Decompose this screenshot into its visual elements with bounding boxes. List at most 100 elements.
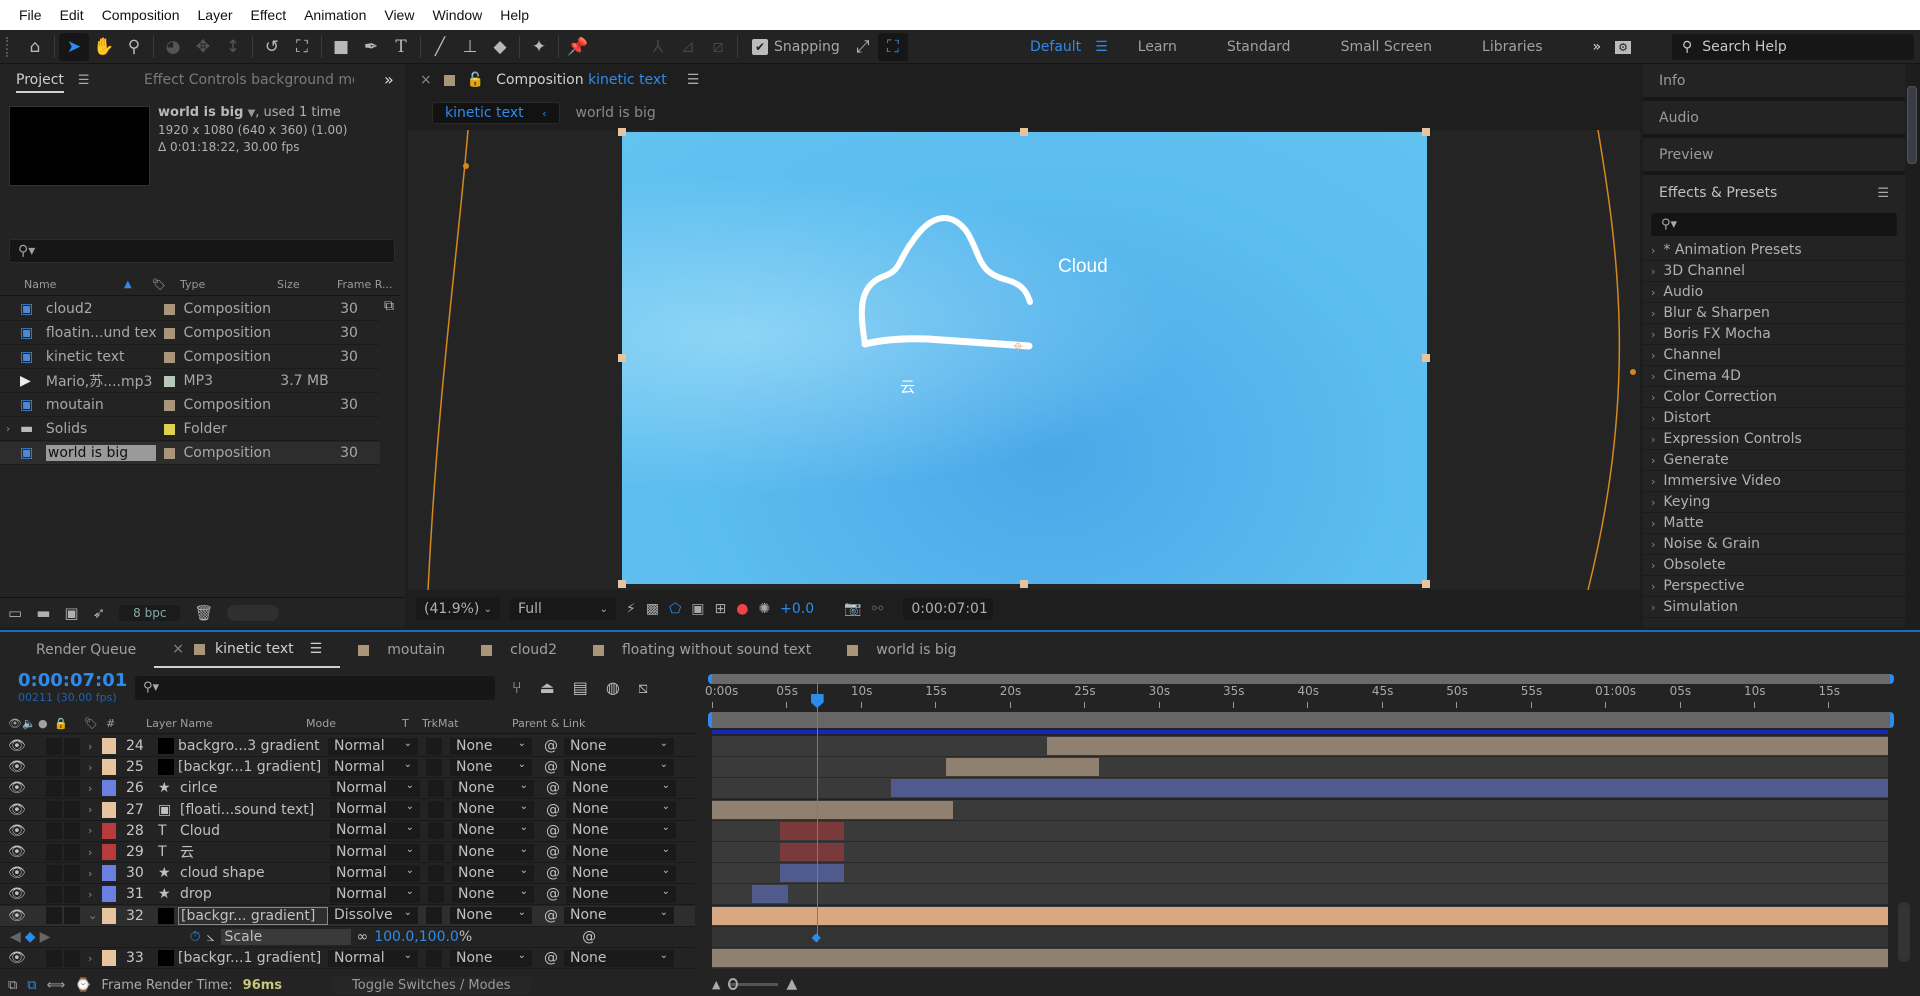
workspace-settings-icon[interactable]: ⚙ (1615, 40, 1631, 54)
track-matte-dropdown[interactable]: None ⌄ (452, 885, 534, 903)
effects-category[interactable]: › 3D Channel (1643, 261, 1905, 282)
label-column-icon[interactable]: 🏷 (152, 278, 180, 291)
parent-dropdown[interactable]: None ⌄ (566, 864, 676, 882)
canvas-text-yun[interactable]: 云 (900, 376, 915, 397)
preserve-transparency-toggle[interactable] (426, 737, 442, 755)
lock-switch-icon[interactable]: 🔒 (54, 717, 84, 730)
label-color-swatch[interactable] (102, 780, 116, 797)
magnification-dropdown[interactable]: (41.9%) ⌄ (416, 598, 500, 620)
hand-tool-icon[interactable]: ✋ (89, 33, 119, 61)
blend-mode-dropdown[interactable]: Dissolve ⌄ (328, 907, 418, 925)
column-type[interactable]: Type (180, 278, 277, 291)
label-column-icon[interactable]: 🏷 (84, 717, 106, 730)
label-color-swatch[interactable] (102, 886, 116, 903)
property-value[interactable]: 100.0,100.0 (374, 929, 459, 945)
zoom-out-icon[interactable]: ▲ (712, 978, 720, 991)
graph-editor-icon[interactable]: ⧅ (638, 678, 648, 698)
anchor-point-tool-icon[interactable]: ⛶ (287, 33, 317, 61)
transform-handle[interactable] (618, 128, 626, 136)
track-matte-dropdown[interactable]: None ⌄ (452, 864, 534, 882)
brush-tool-icon[interactable]: ╱ (425, 33, 455, 61)
info-panel-header[interactable]: Info (1643, 64, 1905, 101)
parent-dropdown[interactable]: None ⌄ (566, 885, 676, 903)
breadcrumb-parent[interactable]: world is big (576, 105, 656, 121)
blend-mode-dropdown[interactable]: Normal ⌄ (330, 822, 420, 840)
blend-mode-dropdown[interactable]: Normal ⌄ (330, 801, 420, 819)
solo-toggle[interactable] (46, 907, 62, 925)
label-color-swatch[interactable] (102, 844, 116, 860)
frame-blending-icon[interactable]: ▤ (573, 678, 588, 698)
next-keyframe-icon[interactable]: ▶ (40, 929, 140, 945)
current-time-display[interactable]: 0:00:07:01 00211 (30.00 fps) (18, 670, 127, 704)
project-item-name[interactable]: moutain (46, 397, 156, 413)
track-matte-dropdown[interactable]: None ⌄ (452, 801, 534, 819)
transform-handle[interactable] (618, 580, 626, 588)
more-workspaces-icon[interactable]: » (1593, 39, 1602, 55)
timeline-tab[interactable]: moutain (340, 632, 463, 668)
label-color-swatch[interactable] (102, 950, 116, 966)
world-axis-icon[interactable]: ⊿ (673, 33, 703, 61)
effects-category[interactable]: › Audio (1643, 282, 1905, 303)
zoom-slider[interactable]: ▲ ▲ (712, 976, 797, 992)
viewer-timecode[interactable]: 0:00:07:01 (903, 598, 994, 620)
preserve-transparency-toggle[interactable] (428, 822, 444, 840)
composition-flowchart-icon[interactable]: ⑂ (512, 678, 522, 698)
layer-row[interactable]: 👁 ⌄ 32 [backgr... gradient] Dissolve ⌄ No… (0, 905, 695, 927)
transfer-controls-icon[interactable]: ⧉ (27, 978, 36, 993)
effects-presets-title[interactable]: Effects & Presets (1659, 185, 1777, 201)
transform-handle[interactable] (1422, 580, 1430, 588)
layer-name[interactable]: [backgr...1 gradient] (178, 759, 328, 775)
audio-switch-icon[interactable]: 🔈 (22, 717, 38, 730)
label-color-swatch[interactable] (102, 822, 116, 839)
effects-category[interactable]: › Cinema 4D (1643, 366, 1905, 387)
preserve-transparency-toggle[interactable] (426, 907, 442, 925)
solo-toggle[interactable] (46, 864, 62, 882)
menu-file[interactable]: File (10, 7, 51, 23)
anchor-point-icon[interactable]: ⌖ (1013, 336, 1023, 357)
menu-animation[interactable]: Animation (295, 7, 375, 23)
lock-toggle[interactable] (64, 737, 80, 755)
layer-duration-bar[interactable] (712, 906, 1888, 925)
project-item[interactable]: ▣ floatin...und text Composition 30 (0, 322, 380, 345)
zoom-slider-thumb[interactable] (728, 977, 739, 990)
chevron-right-icon[interactable]: › (88, 824, 102, 837)
eye-icon[interactable]: 👁 (8, 823, 46, 839)
pick-whip-icon[interactable]: @ (546, 802, 560, 818)
eye-icon[interactable]: 👁 (8, 908, 46, 924)
solo-toggle[interactable] (46, 801, 62, 819)
eye-icon[interactable]: 👁 (8, 844, 46, 860)
zoom-in-icon[interactable]: ▲ (786, 976, 797, 992)
column-mode[interactable]: Mode (306, 717, 402, 730)
preserve-transparency-toggle[interactable] (428, 864, 444, 882)
snapping-toggle[interactable]: ✔ Snapping (752, 38, 840, 55)
close-tab-icon[interactable]: × (420, 72, 432, 88)
exposure-value[interactable]: +0.0 (780, 601, 814, 617)
eye-icon[interactable]: 👁 (8, 802, 46, 818)
project-item-name[interactable]: kinetic text (46, 349, 156, 365)
fast-previews-icon[interactable]: ⚡ (626, 601, 636, 617)
chevron-right-icon[interactable]: › (88, 803, 102, 816)
blend-mode-dropdown[interactable]: Normal ⌄ (328, 949, 418, 967)
snap-features-icon[interactable]: ⛶ (877, 32, 908, 61)
track-matte-dropdown[interactable]: None ⌄ (450, 949, 532, 967)
toolbar-grip[interactable] (6, 36, 14, 57)
project-search-input[interactable]: ⚲▾ (9, 239, 395, 263)
grid-guides-icon[interactable]: ⊞ (714, 601, 726, 617)
effects-search-input[interactable]: ⚲▾ (1651, 213, 1897, 236)
layer-row[interactable]: 👁 › 24 backgro...3 gradient Normal ⌄ None… (0, 736, 695, 757)
new-folder-icon[interactable]: ▬ (36, 604, 50, 622)
solo-toggle[interactable] (46, 885, 62, 903)
interpret-footage-icon[interactable]: ▭ (8, 604, 22, 622)
layer-duration-bar[interactable] (780, 821, 845, 840)
layer-name[interactable]: [floati...sound text] (180, 802, 330, 818)
chevron-right-icon[interactable]: › (88, 952, 102, 965)
playhead[interactable] (816, 682, 818, 942)
column-size[interactable]: Size (277, 278, 337, 291)
expression-pick-whip-icon[interactable]: @ (582, 929, 596, 945)
project-scrollbar[interactable] (227, 604, 280, 621)
layer-row[interactable]: 👁 › 28 T Cloud Normal ⌄ None ⌄ @ None ⌄ (0, 821, 695, 842)
lock-toggle[interactable] (64, 949, 80, 967)
project-item[interactable]: ▣ kinetic text Composition 30 (0, 346, 380, 369)
home-icon[interactable]: ⌂ (20, 33, 50, 61)
transparency-grid-icon[interactable]: ▩ (646, 601, 659, 617)
